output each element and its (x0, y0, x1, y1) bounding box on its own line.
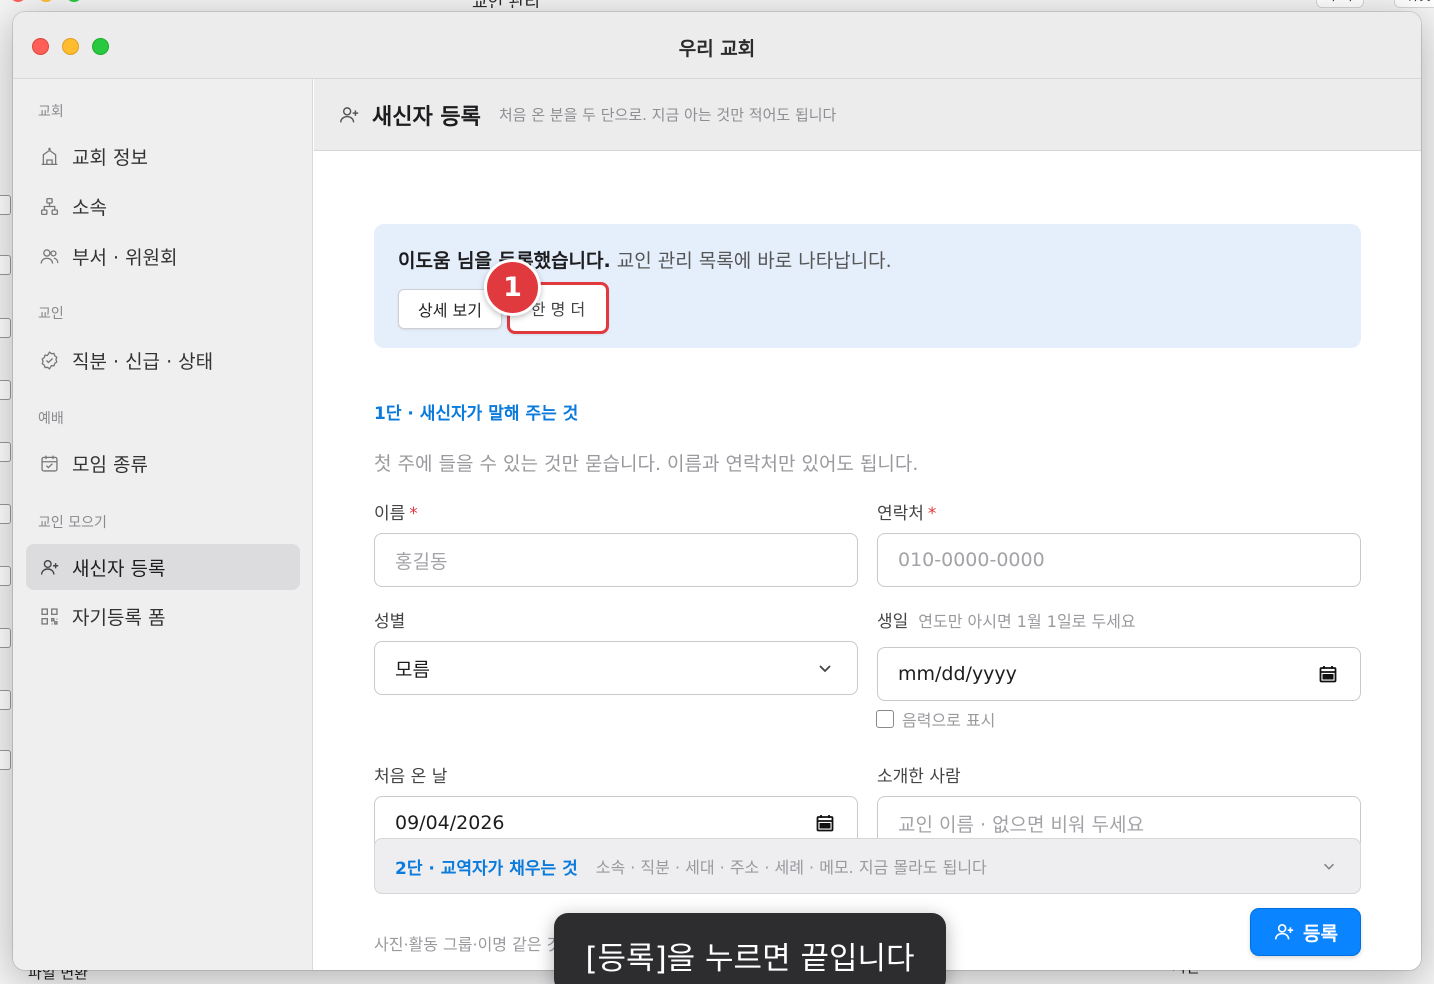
introducer-label: 소개한 사람 (877, 767, 961, 787)
phone-input[interactable]: 010-0000-0000 (877, 533, 1361, 587)
calendar-icon[interactable] (815, 813, 835, 833)
required-mark: * (927, 504, 937, 524)
banner-message: 이도움 님을 등록했습니다. 교인 관리 목록에 바로 나타납니다. (398, 246, 892, 273)
background-tab-2[interactable]: 위젯 (1394, 0, 1434, 8)
sidebar-item-new-member[interactable]: 새신자 등록 (26, 544, 300, 590)
check-badge-icon (38, 349, 60, 371)
phone-label: 연락처 * (877, 504, 937, 524)
chevron-down-icon (819, 665, 831, 673)
banner-rest-text: 교인 관리 목록에 바로 나타납니다. (610, 250, 892, 272)
sidebar: 교회 교회 정보 소속 부서 · 위원회 교인 직분 · 신급 · 상태 예배 … (13, 79, 313, 970)
sidebar-section-members: 교인 (38, 306, 64, 322)
first-visit-label: 처음 온 날 (374, 767, 448, 787)
building-icon (38, 145, 60, 167)
sidebar-item-label: 자기등록 폼 (72, 606, 166, 629)
first-visit-value: 09/04/2026 (395, 812, 505, 834)
gender-select[interactable]: 모름 (374, 641, 858, 695)
gender-label: 성별 (374, 612, 406, 632)
sidebar-item-label: 교회 정보 (72, 146, 148, 169)
org-chart-icon (38, 195, 60, 217)
qr-code-icon (38, 605, 60, 627)
introducer-placeholder: 교인 이름 · 없으면 비워 두세요 (898, 813, 1144, 836)
sidebar-item-affiliation[interactable]: 소속 (26, 183, 300, 229)
sidebar-item-label: 부서 · 위원회 (72, 246, 178, 269)
step2-title: 2단 · 교역자가 채우는 것 (395, 858, 578, 879)
step1-description: 첫 주에 들을 수 있는 것만 묻습니다. 이름과 연락처만 있어도 됩니다. (374, 453, 919, 475)
window-title: 우리 교회 (678, 38, 756, 60)
sidebar-item-self-registration[interactable]: 자기등록 폼 (26, 593, 300, 639)
sidebar-section-worship: 예배 (38, 411, 64, 427)
people-icon (38, 245, 60, 267)
birthday-hint: 연도만 아시면 1월 1일로 두세요 (918, 612, 1136, 631)
sidebar-item-church-info[interactable]: 교회 정보 (26, 133, 300, 179)
step2-disclosure[interactable]: 2단 · 교역자가 채우는 것 소속 · 직분 · 세대 · 주소 · 세례 ·… (374, 838, 1361, 894)
birthday-placeholder: mm/dd/yyyy (898, 663, 1017, 685)
phone-placeholder: 010-0000-0000 (898, 549, 1045, 571)
page-header: 새신자 등록 처음 온 분을 두 단으로. 지금 아는 것만 적어도 됩니다 (314, 79, 1421, 151)
person-add-icon (340, 106, 359, 122)
title-bar: 우리 교회 (13, 12, 1421, 79)
page-title: 새신자 등록 (372, 104, 481, 130)
birthday-label: 생일 연도만 아시면 1월 1일로 두세요 (877, 612, 1136, 632)
lunar-checkbox[interactable] (876, 710, 894, 728)
required-mark: * (409, 504, 418, 524)
sidebar-item-label: 직분 · 신급 · 상태 (72, 350, 214, 373)
register-button-label: 등록 (1303, 922, 1338, 945)
tutorial-caption: [등록]을 누르면 끝입니다 (554, 913, 946, 984)
success-banner: 이도움 님을 등록했습니다. 교인 관리 목록에 바로 나타납니다. 상세 보기… (374, 224, 1361, 348)
register-button[interactable]: 등록 (1250, 908, 1361, 956)
gender-value: 모름 (395, 658, 430, 681)
chevron-down-icon (1323, 863, 1335, 870)
sidebar-item-positions[interactable]: 직분 · 신급 · 상태 (26, 337, 300, 383)
birthday-input[interactable]: mm/dd/yyyy (877, 647, 1361, 701)
calendar-icon (38, 452, 60, 474)
main-content: 새신자 등록 처음 온 분을 두 단으로. 지금 아는 것만 적어도 됩니다 이… (314, 79, 1421, 970)
background-tab-1[interactable]: 우리 (1316, 0, 1364, 8)
main-window: 우리 교회 교회 교회 정보 소속 부서 · 위원회 교인 직분 · 신급 · … (13, 12, 1421, 970)
person-add-icon (38, 556, 60, 578)
step1-title: 1단 · 새신자가 말해 주는 것 (374, 404, 579, 424)
step-number-badge: 1 (484, 259, 541, 316)
lunar-checkbox-row[interactable]: 음력으로 표시 (876, 707, 995, 731)
sidebar-item-label: 소속 (72, 196, 107, 219)
sidebar-item-departments[interactable]: 부서 · 위원회 (26, 233, 300, 279)
background-window-title: 교인 관리 (472, 0, 562, 8)
sidebar-item-label: 모임 종류 (72, 453, 148, 476)
sidebar-section-church: 교회 (38, 104, 64, 120)
name-label: 이름 * (374, 504, 418, 524)
sidebar-section-gather: 교인 모으기 (38, 515, 107, 531)
page-subtitle: 처음 온 분을 두 단으로. 지금 아는 것만 적어도 됩니다 (498, 106, 837, 124)
step2-description: 소속 · 직분 · 세대 · 주소 · 세례 · 메모. 지금 몰라도 됩니다 (595, 858, 987, 877)
sidebar-item-meeting-types[interactable]: 모임 종류 (26, 440, 300, 486)
sidebar-item-label: 새신자 등록 (72, 557, 166, 580)
person-add-icon (1274, 924, 1294, 940)
lunar-label: 음력으로 표시 (902, 711, 996, 730)
name-placeholder: 홍길동 (395, 550, 448, 573)
calendar-icon[interactable] (1318, 664, 1338, 684)
background-window-controls (10, 0, 82, 2)
name-input[interactable]: 홍길동 (374, 533, 858, 587)
